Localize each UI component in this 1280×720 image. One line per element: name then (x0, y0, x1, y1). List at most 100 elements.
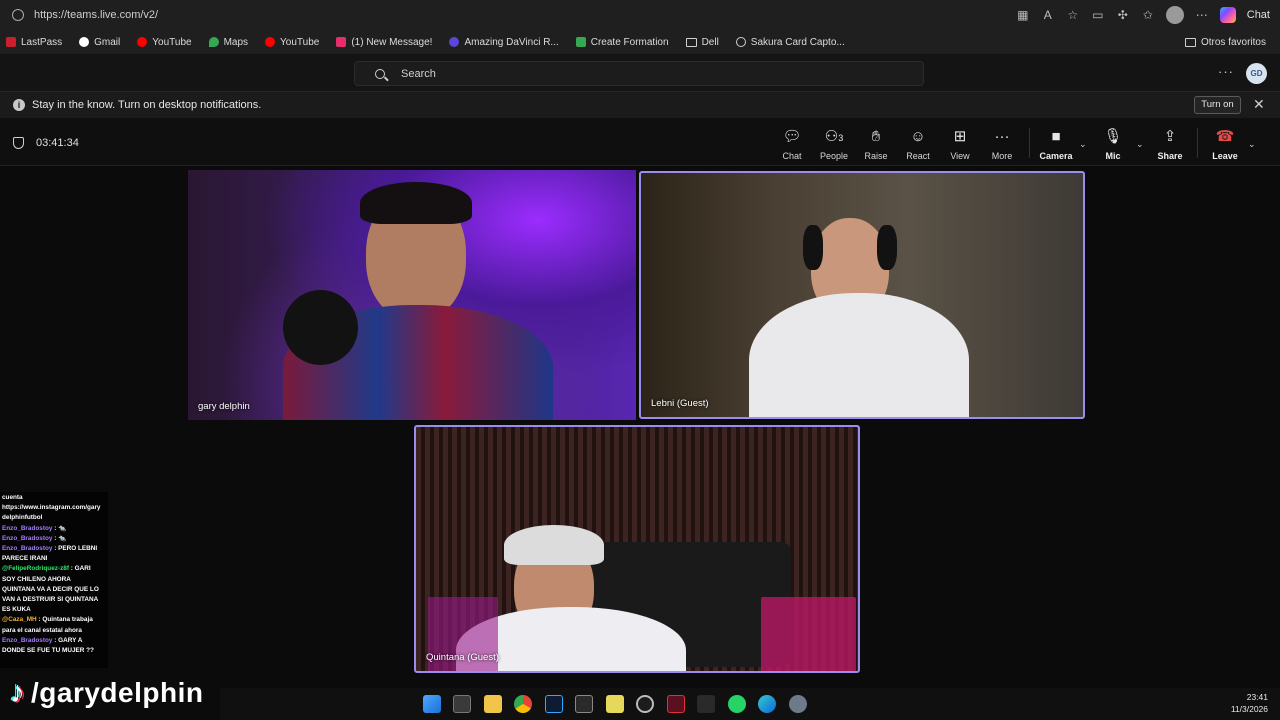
close-icon[interactable]: ✕ (1253, 96, 1265, 113)
chat-message: Enzo_Bradostoy : 🐀 (2, 534, 67, 542)
chat-message: @FelipeRodriquez-z8f : GARI (2, 565, 91, 573)
bookmark-youtube-2[interactable]: YouTube (265, 37, 319, 48)
camera-button[interactable]: ■ Camera (1034, 128, 1078, 161)
participant-name: Lebni (Guest) (651, 398, 709, 409)
chat-username: Enzo_Bradostoy (2, 636, 53, 644)
edge-icon[interactable] (758, 695, 776, 713)
whatsapp-icon[interactable] (728, 695, 746, 713)
chat-text: delphinfutbol (2, 514, 43, 522)
task-view-icon[interactable] (453, 695, 471, 713)
more-button[interactable]: ··· More (980, 128, 1024, 161)
hang-up-icon: ☎ (1215, 128, 1235, 145)
more-icon[interactable]: ⋯ (1195, 8, 1209, 22)
lastpass-icon (6, 37, 16, 47)
start-icon[interactable] (423, 695, 441, 713)
folder-icon (685, 37, 697, 47)
hand-icon: ✋︎ (871, 128, 881, 145)
read-aloud-icon[interactable]: A (1041, 8, 1055, 22)
url-field[interactable]: https://teams.live.com/v2/ (34, 9, 158, 21)
chat-button[interactable]: 💬︎ Chat (770, 128, 814, 161)
favorite-star-icon[interactable]: ☆ (1066, 8, 1080, 22)
bookmark-lastpass[interactable]: LastPass (6, 37, 62, 48)
people-count: 3 (838, 133, 844, 143)
chat-username: @FelipeRodriquez-z8f (2, 565, 69, 573)
file-explorer-icon[interactable] (484, 695, 502, 713)
video-tile-quintana[interactable]: Quintana (Guest) (414, 425, 860, 673)
shield-icon (13, 137, 24, 149)
chrome-icon[interactable] (514, 695, 532, 713)
chat-text: 🐀 (58, 534, 67, 542)
camera-options-chevron-icon[interactable]: ⌄ (1079, 139, 1087, 150)
bookmark-davinci[interactable]: Amazing DaVinci R... (449, 37, 559, 48)
folder-icon (1184, 37, 1196, 47)
stream-chat-overlay: cuenta https://www.instagram.com/gary delp… (0, 492, 108, 668)
settings-gear-icon[interactable] (789, 695, 807, 713)
copilot-chat-label[interactable]: Chat (1247, 9, 1270, 21)
extensions-icon[interactable]: ✣ (1116, 8, 1130, 22)
favorites-icon[interactable]: ✩ (1141, 8, 1155, 22)
photoshop-icon[interactable] (545, 695, 563, 713)
notification-text: Stay in the know. Turn on desktop notifi… (32, 99, 262, 111)
tiktok-icon: ♪ (10, 676, 25, 709)
teams-header: Search ··· GD (0, 54, 1280, 92)
leave-options-chevron-icon[interactable]: ⌄ (1248, 139, 1256, 150)
video-icon[interactable]: ▭ (1091, 8, 1105, 22)
app-icon[interactable] (667, 695, 685, 713)
user-avatar[interactable]: GD (1246, 63, 1267, 84)
settings-more-icon[interactable]: ··· (1218, 64, 1234, 79)
mic-options-chevron-icon[interactable]: ⌄ (1136, 139, 1144, 150)
raise-hand-button[interactable]: ✋︎ Raise (854, 128, 898, 161)
chat-text: Quintana trabaja (42, 616, 93, 624)
chat-message: Enzo_Bradostoy : 🐀 (2, 524, 67, 532)
chat-message: ES KUKA (2, 605, 106, 615)
taskbar: 23:41 11/3/2026 (220, 688, 1280, 720)
davinci-resolve-icon[interactable] (575, 695, 593, 713)
bookmark-sakura[interactable]: Sakura Card Capto... (735, 37, 845, 48)
share-button[interactable]: ⇪ Share (1148, 128, 1192, 161)
bookmarks-bar: LastPass Gmail YouTube Maps YouTube (1) … (0, 30, 1280, 54)
chat-message: SOY CHILENO AHORA (2, 575, 106, 585)
bookmark-youtube[interactable]: YouTube (137, 37, 192, 48)
search-placeholder: Search (401, 67, 436, 80)
chat-message: QUINTANA VA A DECIR QUE LO (2, 585, 106, 595)
view-button[interactable]: ⊞ View (938, 128, 982, 161)
bookmark-maps[interactable]: Maps (208, 37, 248, 48)
camera-icon: ■ (1051, 128, 1061, 145)
video-tile-gary[interactable]: gary delphin (188, 170, 636, 420)
bookmark-new-message[interactable]: (1) New Message! (336, 37, 432, 48)
site-info-icon[interactable] (12, 9, 24, 21)
browser-address-bar: https://teams.live.com/v2/ ▦ A ☆ ▭ ✣ ✩ ⋯… (0, 0, 1280, 30)
youtube-icon (265, 37, 276, 47)
chat-username: Enzo_Bradostoy (2, 545, 53, 553)
info-icon: i (13, 99, 25, 111)
bookmark-create-formation[interactable]: Create Formation (575, 37, 669, 48)
notes-icon[interactable] (606, 695, 624, 713)
chat-text: https://www.instagram.com/gary (2, 504, 101, 512)
people-button[interactable]: ⚇3 People (812, 128, 856, 161)
app-available-icon[interactable]: ▦ (1016, 8, 1030, 22)
react-button[interactable]: ☺ React (896, 128, 940, 161)
copilot-icon[interactable] (1219, 7, 1236, 23)
video-tile-lebni[interactable]: Lebni (Guest) (639, 171, 1085, 419)
bookmark-dell[interactable]: Dell (685, 37, 719, 48)
app-icon-2[interactable] (697, 695, 715, 713)
other-favorites[interactable]: Otros favoritos (1184, 37, 1266, 48)
tiktok-handle: /garydelphin (31, 677, 204, 708)
profile-avatar[interactable] (1165, 6, 1184, 24)
chat-username: Enzo_Bradostoy (2, 534, 53, 542)
chat-message: cuenta (2, 493, 106, 503)
chat-message: Enzo_Bradostoy : PERO LEBNI (2, 545, 98, 553)
search-box[interactable]: Search (354, 61, 924, 86)
turn-on-button[interactable]: Turn on (1194, 96, 1241, 114)
people-icon: ⚇3 (824, 128, 844, 145)
chat-text: PARECE IRANI (2, 555, 48, 563)
obs-icon[interactable] (636, 695, 654, 713)
mic-button[interactable]: 🎙︎ Mic (1091, 128, 1135, 161)
chat-text: PERO LEBNI (58, 545, 98, 553)
system-clock[interactable]: 23:41 11/3/2026 (1231, 691, 1268, 715)
bookmark-gmail[interactable]: Gmail (79, 37, 120, 48)
chat-message: VAN A DESTRUIR SI QUINTANA (2, 595, 106, 605)
chat-icon: 💬︎ (782, 128, 802, 145)
leave-button[interactable]: ☎ Leave (1203, 128, 1247, 161)
chat-text: para el canal estatal ahora (2, 626, 82, 634)
